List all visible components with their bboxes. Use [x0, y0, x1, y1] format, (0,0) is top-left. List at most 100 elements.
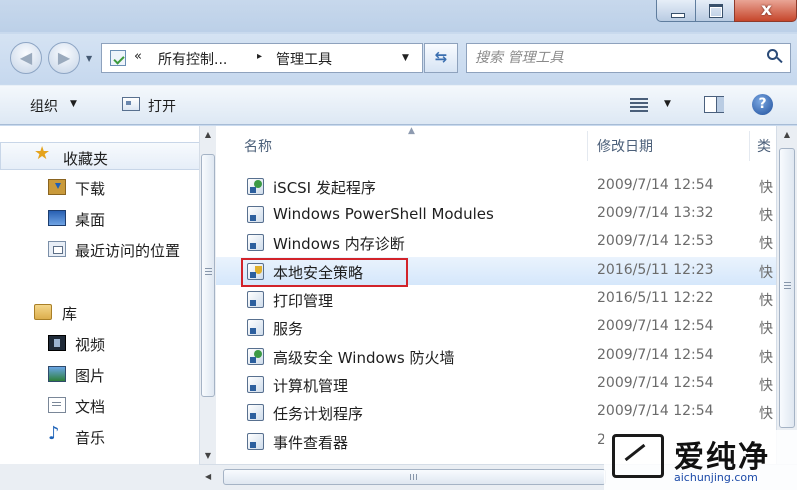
column-header-date-modified[interactable]: 修改日期	[597, 136, 653, 156]
organize-dropdown-icon[interactable]: ▼	[70, 99, 77, 109]
refresh-button[interactable]: ⇆	[424, 43, 458, 73]
nav-item-desktop[interactable]: 桌面	[0, 204, 200, 232]
nav-label: 下载	[75, 180, 106, 198]
file-type: 快	[759, 406, 773, 422]
control-panel-icon	[110, 50, 126, 66]
nav-label: 视频	[75, 336, 106, 354]
address-overflow-button[interactable]: «	[134, 49, 142, 64]
file-row[interactable]: 打印管理 2016/5/11 12:22 快	[216, 285, 776, 313]
scroll-left-icon[interactable]: ◀	[205, 472, 211, 481]
shortcut-icon	[247, 178, 264, 195]
column-header-type[interactable]: 类	[757, 136, 771, 156]
back-button[interactable]: ◀	[10, 42, 42, 74]
shortcut-icon	[247, 319, 264, 336]
nav-item-downloads[interactable]: 下载	[0, 173, 200, 201]
file-row[interactable]: Windows 内存诊断 2009/7/14 12:53 快	[216, 228, 776, 256]
sort-ascending-icon: ▲	[408, 126, 415, 136]
breadcrumb-admin-tools[interactable]: 管理工具	[276, 49, 332, 69]
search-box[interactable]	[466, 43, 791, 73]
column-divider[interactable]	[749, 131, 750, 161]
watermark-title: 爱纯净	[674, 440, 770, 475]
nav-label: 文档	[75, 398, 106, 416]
file-row[interactable]: 服务 2009/7/14 12:54 快	[216, 313, 776, 341]
nav-item-documents[interactable]: 文档	[0, 391, 200, 419]
file-type: 快	[759, 180, 773, 196]
search-input[interactable]	[475, 48, 755, 68]
file-date: 2009/7/14 12:54	[597, 318, 714, 334]
file-date: 2009/7/14 12:54	[597, 347, 714, 363]
file-date: 2009/7/14 12:54	[597, 403, 714, 419]
file-list: ▲ 名称 修改日期 类 iSCSI 发起程序 2009/7/14 12:54 快…	[216, 126, 776, 464]
organize-button[interactable]: 组织	[30, 96, 58, 116]
search-icon[interactable]	[767, 49, 778, 60]
nav-label: 音乐	[75, 429, 106, 447]
nav-item-libraries[interactable]: 库	[0, 298, 200, 326]
scroll-up-icon[interactable]: ▲	[200, 130, 216, 139]
file-type: 快	[759, 265, 773, 281]
title-bar: x	[0, 0, 797, 32]
libraries-icon	[34, 304, 52, 320]
close-icon: x	[761, 0, 772, 20]
file-row[interactable]: 高级安全 Windows 防火墙 2009/7/14 12:54 快	[216, 342, 776, 370]
scrollbar-thumb[interactable]	[201, 154, 215, 397]
file-type: 快	[759, 208, 773, 224]
file-name: 任务计划程序	[273, 405, 364, 423]
file-row[interactable]: iSCSI 发起程序 2009/7/14 12:54 快	[216, 172, 776, 200]
navigation-pane-scrollbar[interactable]: ▲ ▼	[199, 126, 216, 464]
shortcut-icon	[247, 206, 264, 223]
nav-item-pictures[interactable]: 图片	[0, 360, 200, 388]
nav-item-recent-places[interactable]: 最近访问的位置	[0, 235, 200, 263]
watermark-url: aichunjing.com	[674, 471, 758, 484]
open-button[interactable]: 打开	[148, 96, 176, 116]
music-icon: ♪	[48, 423, 60, 444]
scrollbar-thumb[interactable]	[223, 469, 606, 485]
breadcrumb-separator-icon[interactable]: ▸	[257, 51, 262, 62]
grip-icon	[784, 282, 791, 289]
recent-places-icon	[48, 241, 66, 257]
file-name: iSCSI 发起程序	[273, 179, 376, 197]
nav-item-videos[interactable]: 视频	[0, 329, 200, 357]
file-date: 2009/7/14 12:54	[597, 375, 714, 391]
minimize-button[interactable]	[656, 0, 696, 22]
column-divider[interactable]	[587, 131, 588, 161]
nav-item-favorites[interactable]: ★ 收藏夹	[0, 142, 200, 170]
file-date: 2009/7/14 12:53	[597, 233, 714, 249]
file-row[interactable]: Windows PowerShell Modules 2009/7/14 13:…	[216, 200, 776, 228]
scroll-down-icon[interactable]: ▼	[200, 451, 216, 460]
scroll-up-icon[interactable]: ▲	[777, 130, 797, 139]
refresh-icon: ⇆	[434, 48, 448, 66]
column-header-name[interactable]: 名称	[244, 136, 272, 156]
downloads-icon	[48, 179, 66, 195]
shortcut-icon	[247, 376, 264, 393]
recent-pages-dropdown-icon[interactable]: ▼	[86, 54, 92, 63]
nav-label: 最近访问的位置	[75, 242, 181, 260]
nav-label: 库	[62, 305, 78, 323]
breadcrumb-control-panel[interactable]: 所有控制...	[158, 49, 227, 69]
grip-icon	[410, 474, 418, 480]
maximize-button[interactable]	[695, 0, 735, 22]
file-row[interactable]: 任务计划程序 2009/7/14 12:54 快	[216, 398, 776, 426]
file-name: 事件查看器	[273, 434, 349, 452]
file-name: 计算机管理	[273, 377, 349, 395]
nav-label: 桌面	[75, 211, 106, 229]
videos-icon	[48, 335, 66, 351]
nav-item-music[interactable]: ♪ 音乐	[0, 422, 200, 450]
file-type: 快	[759, 321, 773, 337]
file-row[interactable]: 计算机管理 2009/7/14 12:54 快	[216, 370, 776, 398]
file-name: 打印管理	[273, 292, 334, 310]
preview-pane-icon[interactable]	[704, 96, 724, 113]
forward-button[interactable]: ▶	[48, 42, 80, 74]
open-icon[interactable]	[122, 97, 140, 111]
scrollbar-thumb[interactable]	[779, 148, 795, 428]
view-dropdown-icon[interactable]: ▼	[664, 99, 671, 109]
address-bar[interactable]: « 所有控制... ▸ 管理工具 ▼	[101, 43, 423, 73]
file-name: 服务	[273, 320, 304, 338]
help-button[interactable]: ?	[752, 94, 773, 115]
file-list-scrollbar[interactable]: ▲	[776, 126, 797, 464]
close-button[interactable]: x	[734, 0, 797, 22]
file-name: Windows 内存诊断	[273, 235, 405, 253]
address-dropdown-icon[interactable]: ▼	[402, 53, 409, 63]
maximize-icon	[709, 4, 723, 18]
file-date: 2016/5/11 12:22	[597, 290, 714, 306]
change-view-icon[interactable]	[630, 98, 648, 112]
